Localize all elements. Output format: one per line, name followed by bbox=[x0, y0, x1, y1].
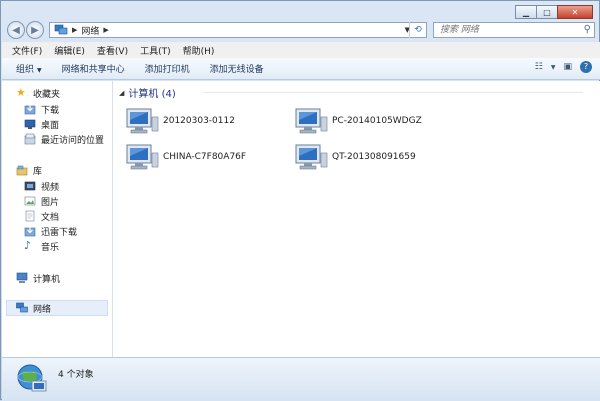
group-title: 计算机 (4) bbox=[128, 89, 176, 100]
navigation-pane: ★ 收藏夹 下载 桌面 最近访问的位置 库 视频 图片 文档 迅雷下载 ♪ 音乐… bbox=[2, 81, 113, 357]
video-icon bbox=[24, 180, 36, 192]
computer-name: CHINA-C7F80A76F bbox=[163, 152, 247, 162]
view-controls: ☷ ▼ ▣ ? bbox=[527, 61, 592, 73]
nav-item-videos[interactable]: 视频 bbox=[24, 179, 59, 193]
nav-item-pictures[interactable]: 图片 bbox=[24, 194, 59, 208]
search-box[interactable]: ⚲ bbox=[433, 22, 595, 38]
view-dropdown-icon[interactable]: ▼ bbox=[551, 64, 556, 71]
content-area: ★ 收藏夹 下载 桌面 最近访问的位置 库 视频 图片 文档 迅雷下载 ♪ 音乐… bbox=[2, 81, 600, 357]
nav-item-label: 文档 bbox=[41, 212, 60, 223]
nav-item-label: 视频 bbox=[41, 182, 60, 193]
network-icon bbox=[16, 302, 28, 314]
network-icon bbox=[54, 24, 68, 35]
group-header-computers[interactable]: ◢ 计算机 (4) bbox=[119, 85, 176, 101]
computer-icon bbox=[295, 108, 328, 134]
nav-item-thunder-downloads[interactable]: 迅雷下载 bbox=[24, 224, 77, 238]
nav-item-label: 音乐 bbox=[41, 242, 60, 253]
pictures-icon bbox=[24, 195, 36, 207]
star-icon: ★ bbox=[16, 86, 26, 99]
nav-network[interactable]: 网络 bbox=[16, 301, 51, 315]
organize-label: 组织 bbox=[16, 65, 35, 75]
refresh-icon[interactable]: ⟲ bbox=[409, 22, 426, 38]
computer-name: PC-20140105WDGZ bbox=[332, 116, 422, 126]
recent-places-icon bbox=[24, 133, 36, 145]
nav-item-label: 下载 bbox=[41, 105, 60, 116]
music-icon: ♪ bbox=[24, 239, 32, 252]
nav-item-label: 图片 bbox=[41, 197, 60, 208]
window-controls: ▁ □ ✕ bbox=[515, 5, 593, 19]
minimize-button[interactable]: ▁ bbox=[515, 5, 537, 19]
breadcrumb-separator-icon[interactable]: ▶ bbox=[103, 26, 108, 34]
menu-view[interactable]: 查看(V) bbox=[97, 44, 128, 57]
nav-library-label: 库 bbox=[33, 166, 43, 177]
computer-icon bbox=[126, 144, 159, 170]
computer-item[interactable]: 20120303-0112 bbox=[125, 107, 235, 135]
breadcrumb-separator-icon[interactable]: ▶ bbox=[72, 26, 77, 34]
file-list-pane: ◢ 计算机 (4) 20120303-0112 PC-20140105WDGZ … bbox=[113, 81, 600, 357]
search-input[interactable] bbox=[434, 23, 580, 37]
close-button[interactable]: ✕ bbox=[557, 5, 593, 19]
title-bar: ▁ □ ✕ ◀ ▶ ▶ 网络 ▶ ▼ ⟲ ⚲ bbox=[1, 1, 599, 41]
view-options-icon[interactable]: ☷ bbox=[535, 62, 543, 72]
add-printer-button[interactable]: 添加打印机 bbox=[145, 62, 190, 75]
group-divider bbox=[203, 92, 583, 93]
computer-item[interactable]: QT-201308091659 bbox=[294, 143, 416, 171]
nav-item-music[interactable]: ♪ 音乐 bbox=[24, 239, 59, 253]
menu-file[interactable]: 文件(F) bbox=[12, 44, 42, 57]
back-arrow-icon: ◀ bbox=[12, 24, 20, 36]
back-button[interactable]: ◀ bbox=[7, 21, 25, 39]
nav-item-label: 桌面 bbox=[41, 120, 60, 131]
computer-name: 20120303-0112 bbox=[163, 116, 235, 126]
nav-computer-label: 计算机 bbox=[33, 274, 61, 285]
network-globe-icon bbox=[17, 364, 47, 392]
object-count: 4 个对象 bbox=[58, 370, 94, 380]
preview-pane-icon[interactable]: ▣ bbox=[563, 62, 572, 72]
library-icon bbox=[16, 164, 28, 176]
computer-icon bbox=[126, 108, 159, 134]
computer-icon bbox=[295, 144, 328, 170]
address-bar[interactable]: ▶ 网络 ▶ ▼ ⟲ bbox=[49, 22, 427, 38]
desktop-icon bbox=[24, 118, 36, 130]
menu-help[interactable]: 帮助(H) bbox=[183, 44, 215, 57]
search-icon[interactable]: ⚲ bbox=[584, 24, 591, 35]
collapse-triangle-icon[interactable]: ◢ bbox=[119, 89, 124, 97]
breadcrumb-network[interactable]: 网络 bbox=[81, 24, 99, 37]
nav-item-recent[interactable]: 最近访问的位置 bbox=[24, 132, 104, 146]
nav-item-label: 迅雷下载 bbox=[41, 227, 78, 238]
help-icon[interactable]: ? bbox=[580, 61, 592, 73]
maximize-button[interactable]: □ bbox=[536, 5, 558, 19]
nav-network-label: 网络 bbox=[33, 304, 52, 315]
nav-library[interactable]: 库 bbox=[16, 163, 42, 177]
nav-item-label: 最近访问的位置 bbox=[41, 135, 105, 146]
computer-item[interactable]: CHINA-C7F80A76F bbox=[125, 143, 246, 171]
computer-item[interactable]: PC-20140105WDGZ bbox=[294, 107, 422, 135]
nav-computer[interactable]: 计算机 bbox=[16, 271, 60, 285]
command-bar: 组织 ▼ 网络和共享中心 添加打印机 添加无线设备 ☷ ▼ ▣ ? bbox=[2, 58, 600, 80]
add-wireless-button[interactable]: 添加无线设备 bbox=[210, 62, 264, 75]
nav-favorites-label: 收藏夹 bbox=[33, 89, 61, 100]
details-pane: 4 个对象 bbox=[2, 357, 600, 401]
explorer-window: ▁ □ ✕ ◀ ▶ ▶ 网络 ▶ ▼ ⟲ ⚲ 文件(F) 编辑(E) 查看(V)… bbox=[0, 0, 600, 401]
network-center-button[interactable]: 网络和共享中心 bbox=[62, 62, 125, 75]
forward-button[interactable]: ▶ bbox=[26, 21, 44, 39]
chevron-down-icon: ▼ bbox=[37, 67, 42, 74]
downloads-icon bbox=[24, 103, 36, 115]
nav-item-downloads[interactable]: 下载 bbox=[24, 102, 59, 116]
thunder-download-icon bbox=[24, 225, 36, 237]
menu-bar: 文件(F) 编辑(E) 查看(V) 工具(T) 帮助(H) bbox=[2, 42, 600, 58]
computer-name: QT-201308091659 bbox=[332, 152, 416, 162]
organize-button[interactable]: 组织 ▼ bbox=[16, 62, 42, 75]
forward-arrow-icon: ▶ bbox=[31, 24, 39, 36]
menu-tools[interactable]: 工具(T) bbox=[140, 44, 171, 57]
documents-icon bbox=[24, 210, 36, 222]
nav-item-documents[interactable]: 文档 bbox=[24, 209, 59, 223]
nav-favorites[interactable]: ★ 收藏夹 bbox=[16, 86, 60, 100]
menu-edit[interactable]: 编辑(E) bbox=[54, 44, 85, 57]
computer-icon bbox=[16, 272, 28, 284]
nav-item-desktop[interactable]: 桌面 bbox=[24, 117, 59, 131]
